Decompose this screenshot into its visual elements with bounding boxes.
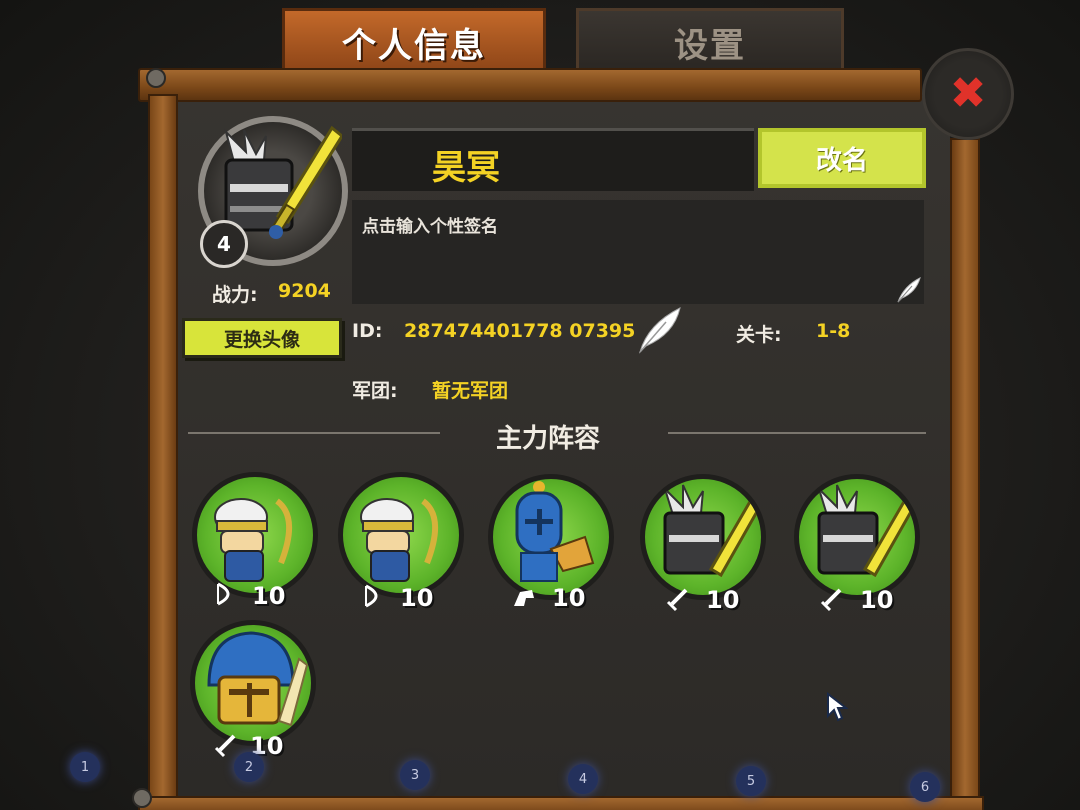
hero-level: 10 (552, 584, 586, 612)
section-divider (188, 432, 440, 434)
archer-portrait-icon (214, 498, 293, 582)
change-avatar-label: 更换头像 (223, 328, 300, 351)
name-field (352, 128, 754, 191)
page-number: 1 (80, 759, 90, 775)
mouse-cursor-icon (827, 692, 848, 722)
hero-slot-6[interactable] (190, 620, 316, 746)
id-value: 287474401778 07395 (404, 320, 636, 342)
game-screen: 个人信息 设置 ✖ 4 战力: 9204 更换头像 昊冥 改名 点击输入个性签名 (0, 0, 1080, 810)
hero-level: 10 (706, 586, 740, 614)
lineup-title: 主力阵容 (496, 424, 601, 454)
bolt-icon (132, 788, 152, 808)
page-number: 3 (410, 767, 420, 783)
guild-value: 暂无军团 (432, 380, 509, 402)
page-dot-5[interactable]: 5 (736, 766, 766, 796)
hero-slot-2[interactable] (338, 472, 464, 598)
bow-icon (217, 582, 230, 606)
tab-profile[interactable]: 个人信息 (282, 8, 546, 73)
bow-icon (365, 584, 378, 608)
rename-label: 改名 (815, 145, 868, 176)
stage-label: 关卡: (736, 324, 782, 346)
page-number: 4 (578, 771, 588, 787)
page-dot-3[interactable]: 3 (400, 760, 430, 790)
archer-portrait-icon (360, 498, 439, 582)
power-label: 战力: (212, 284, 258, 306)
frame-right-post (950, 138, 980, 810)
bolt-icon (146, 68, 166, 88)
page-number: 2 (244, 759, 254, 775)
edit-signature-feather-icon[interactable] (896, 276, 922, 304)
sword-icon (820, 588, 842, 612)
section-divider (668, 432, 926, 434)
stage-value: 1-8 (816, 320, 851, 342)
close-button[interactable]: ✖ (922, 48, 1014, 140)
tab-settings-label: 设置 (674, 25, 746, 66)
hero-slot-5[interactable] (794, 474, 920, 600)
page-dot-6[interactable]: 6 (910, 772, 940, 802)
close-icon: ✖ (949, 68, 987, 119)
hero-slot-3[interactable] (488, 474, 614, 600)
sword-icon (214, 734, 236, 758)
guild-label: 军团: (352, 380, 398, 402)
level-value: 4 (217, 232, 231, 256)
player-name: 昊冥 (432, 148, 500, 188)
golden-knight-portrait-icon (207, 631, 309, 727)
black-knight-portrait-icon (817, 484, 915, 578)
cavalry-portrait-icon (515, 481, 595, 582)
frame-bottom-beam (138, 796, 984, 810)
page-number: 6 (920, 779, 930, 795)
tab-settings[interactable]: 设置 (576, 8, 844, 73)
page-number: 5 (746, 773, 756, 789)
id-label: ID: (352, 320, 383, 342)
frame-left-post (148, 94, 178, 810)
hero-level: 10 (400, 584, 434, 612)
copy-id-feather-icon[interactable] (636, 306, 682, 354)
tab-profile-label: 个人信息 (342, 25, 486, 66)
hero-level: 10 (252, 582, 286, 610)
sword-icon (666, 588, 688, 612)
hero-level: 10 (860, 586, 894, 614)
hero-slot-4[interactable] (640, 474, 766, 600)
power-value: 9204 (278, 280, 331, 302)
hero-slot-1[interactable] (192, 472, 318, 598)
page-dot-2[interactable]: 2 (234, 752, 264, 782)
level-badge: 4 (200, 220, 248, 268)
page-dot-4[interactable]: 4 (568, 764, 598, 794)
horse-icon (514, 590, 534, 606)
black-knight-portrait-icon (663, 484, 761, 578)
rename-button[interactable]: 改名 (758, 128, 926, 188)
change-avatar-button[interactable]: 更换头像 (182, 318, 342, 358)
page-dot-1[interactable]: 1 (70, 752, 100, 782)
signature-placeholder: 点击输入个性签名 (362, 217, 498, 237)
frame-top-beam (138, 68, 922, 102)
